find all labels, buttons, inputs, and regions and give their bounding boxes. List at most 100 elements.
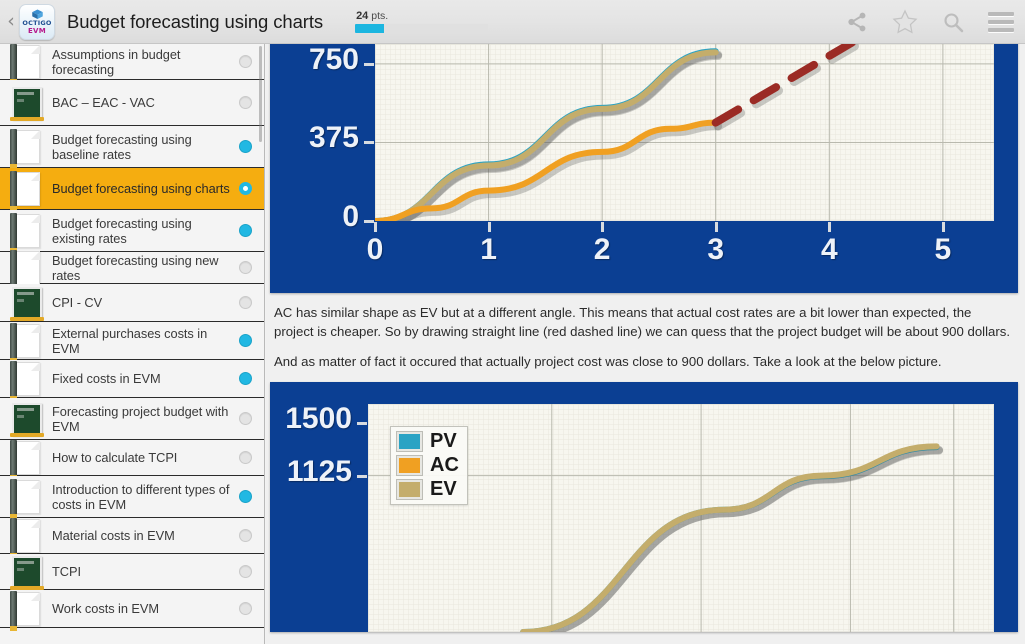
- article-icon: [6, 211, 44, 253]
- article-content: 0 375 750 0 1 2 3 4 5 AC has similar shape as EV…: [266, 44, 1025, 644]
- hamburger-menu-icon: [988, 12, 1014, 32]
- article-icon: [6, 438, 44, 480]
- status-indicator-wrap: [232, 96, 258, 109]
- y-axis-tick-label: 750: [308, 44, 359, 76]
- sidebar-item-label: Work costs in EVM: [52, 601, 159, 616]
- legend-swatch-AC: [397, 456, 422, 475]
- legend-swatch-PV: [397, 432, 422, 451]
- chart-forecast-projection: 0 375 750 0 1 2 3 4 5: [270, 44, 1018, 293]
- sidebar-item-label: Budget forecasting using charts: [52, 181, 230, 196]
- x-axis-tick-mark: [374, 222, 377, 232]
- sidebar-item-tcpi[interactable]: TCPI: [0, 554, 264, 590]
- status-badge-none: [238, 565, 252, 578]
- app-root: ‹ OCTIGO EVM Budget forecasting using ch…: [0, 0, 1025, 644]
- status-indicator-wrap: [232, 372, 258, 385]
- sidebar-item-label: Budget forecasting using baseline rates: [52, 131, 192, 162]
- status-indicator-wrap: [232, 334, 258, 347]
- y-axis-tick-label: 0: [342, 200, 359, 233]
- status-indicator-wrap: [232, 602, 258, 615]
- favorite-button[interactable]: [881, 0, 929, 44]
- points-value: 24: [356, 10, 369, 22]
- sidebar-item-bac-eac-vac[interactable]: BAC – EAC - VAC: [0, 80, 264, 126]
- sidebar-item-label: Budget forecasting using existing rates: [52, 215, 192, 246]
- article-icon: [6, 589, 44, 631]
- status-badge-none: [238, 55, 252, 68]
- sidebar-item-budget-forecasting-using-existing-rates[interactable]: Budget forecasting using existing rates: [0, 210, 264, 253]
- article-icon: [6, 127, 44, 169]
- status-indicator-wrap: [232, 412, 258, 425]
- status-badge-done: [238, 334, 252, 347]
- x-axis-tick-mark: [487, 222, 491, 232]
- sidebar-item-budget-forecasting-using-charts[interactable]: Budget forecasting using charts: [0, 168, 264, 211]
- sidebar-item-budget-forecasting-using-baseline-rates[interactable]: Budget forecasting using baseline rates: [0, 126, 264, 169]
- search-button[interactable]: [929, 0, 977, 44]
- legend-item: EV: [397, 479, 459, 499]
- back-chevron-icon[interactable]: ‹: [3, 12, 19, 31]
- lesson-list: Assumptions in budget forecasting BAC – E…: [0, 44, 264, 631]
- status-indicator-wrap: [232, 529, 258, 542]
- status-indicator-wrap: [232, 182, 258, 195]
- y-axis-tick-mark: [364, 220, 374, 223]
- sidebar-item-label: Budget forecasting using new rates: [52, 252, 219, 283]
- points-progress: 24 pts.: [355, 10, 490, 33]
- page-title: Budget forecasting using charts: [67, 10, 324, 32]
- status-badge-done: [238, 140, 252, 153]
- status-badge-none: [238, 602, 252, 615]
- sidebar-item-external-purchases-costs-in-evm[interactable]: External purchases costs in EVM: [0, 321, 264, 363]
- article-icon: [6, 248, 44, 290]
- status-indicator-wrap: [232, 224, 258, 237]
- paragraph-2: And as matter of fact it occured that ac…: [274, 354, 942, 369]
- x-axis-tick-label: 4: [820, 233, 838, 266]
- sidebar-item-label: Forecasting project budget with EVM: [52, 403, 229, 434]
- y-axis-tick-label: 375: [308, 121, 359, 155]
- sidebar-item-label: Introduction to different types of costs…: [52, 481, 230, 512]
- points-progress-fill: [355, 24, 385, 33]
- lesson-list-sidebar[interactable]: Assumptions in budget forecasting BAC – E…: [0, 44, 265, 644]
- x-axis-tick-mark: [714, 222, 718, 232]
- quiz-board-icon: [6, 283, 44, 323]
- x-axis-tick-mark: [941, 222, 945, 232]
- sidebar-item-material-costs-in-evm[interactable]: Material costs in EVM: [0, 517, 264, 558]
- y-axis-tick-label: 1125: [286, 454, 352, 488]
- article-body: AC has similar shape as EV but at a diff…: [266, 293, 1025, 371]
- status-badge-done: [238, 224, 252, 237]
- y-axis-tick-mark: [364, 62, 374, 66]
- status-badge-none: [238, 451, 252, 464]
- y-axis-tick-mark: [357, 422, 367, 426]
- points-progress-track: [355, 24, 489, 33]
- article-icon: [6, 359, 44, 401]
- top-app-bar: ‹ OCTIGO EVM Budget forecasting using ch…: [0, 0, 1025, 44]
- header-actions: [833, 0, 1025, 44]
- x-axis-tick-mark: [601, 222, 605, 232]
- status-badge-none: [238, 529, 252, 542]
- sidebar-item-label: How to calculate TCPI: [52, 450, 178, 465]
- points-label: 24 pts.: [355, 10, 490, 22]
- legend-item: AC: [397, 455, 459, 475]
- plot-canvas: [375, 44, 994, 221]
- sidebar-item-forecasting-project-budget-with-evm[interactable]: Forecasting project budget with EVM: [0, 398, 264, 440]
- quiz-board-icon: [6, 83, 44, 123]
- share-button[interactable]: [833, 0, 881, 44]
- sidebar-item-assumptions-in-budget-forecasting[interactable]: Assumptions in budget forecasting: [0, 44, 264, 84]
- x-axis-tick-label: 3: [707, 233, 725, 266]
- chart-actual-result: 1500 1125 PV AC EV: [270, 382, 1018, 632]
- sidebar-item-budget-forecasting-using-new-rates[interactable]: Budget forecasting using new rates: [0, 249, 264, 290]
- article-icon: [6, 321, 44, 363]
- status-indicator-wrap: [232, 296, 258, 309]
- quiz-board-icon: [6, 399, 44, 439]
- sidebar-item-label: Material costs in EVM: [52, 528, 175, 543]
- article-icon: [6, 477, 44, 519]
- sidebar-item-label: CPI - CV: [52, 295, 103, 310]
- status-indicator-wrap: [232, 55, 258, 68]
- status-indicator-wrap: [232, 261, 258, 274]
- status-badge-current: [238, 182, 252, 195]
- app-logo-name-primary: OCTIGO: [22, 18, 52, 27]
- x-axis-tick-label: 1: [480, 233, 497, 266]
- sidebar-item-work-costs-in-evm[interactable]: Work costs in EVM: [0, 589, 264, 631]
- sidebar-scrollbar[interactable]: [259, 46, 262, 142]
- sidebar-item-how-to-calculate-tcpi[interactable]: How to calculate TCPI: [0, 438, 264, 480]
- sidebar-item-fixed-costs-in-evm[interactable]: Fixed costs in EVM: [0, 359, 264, 401]
- sidebar-item-cpi-cv[interactable]: CPI - CV: [0, 284, 264, 322]
- menu-button[interactable]: [977, 0, 1025, 44]
- sidebar-item-introduction-to-different-types-of-costs-in-evm[interactable]: Introduction to different types of costs…: [0, 476, 264, 519]
